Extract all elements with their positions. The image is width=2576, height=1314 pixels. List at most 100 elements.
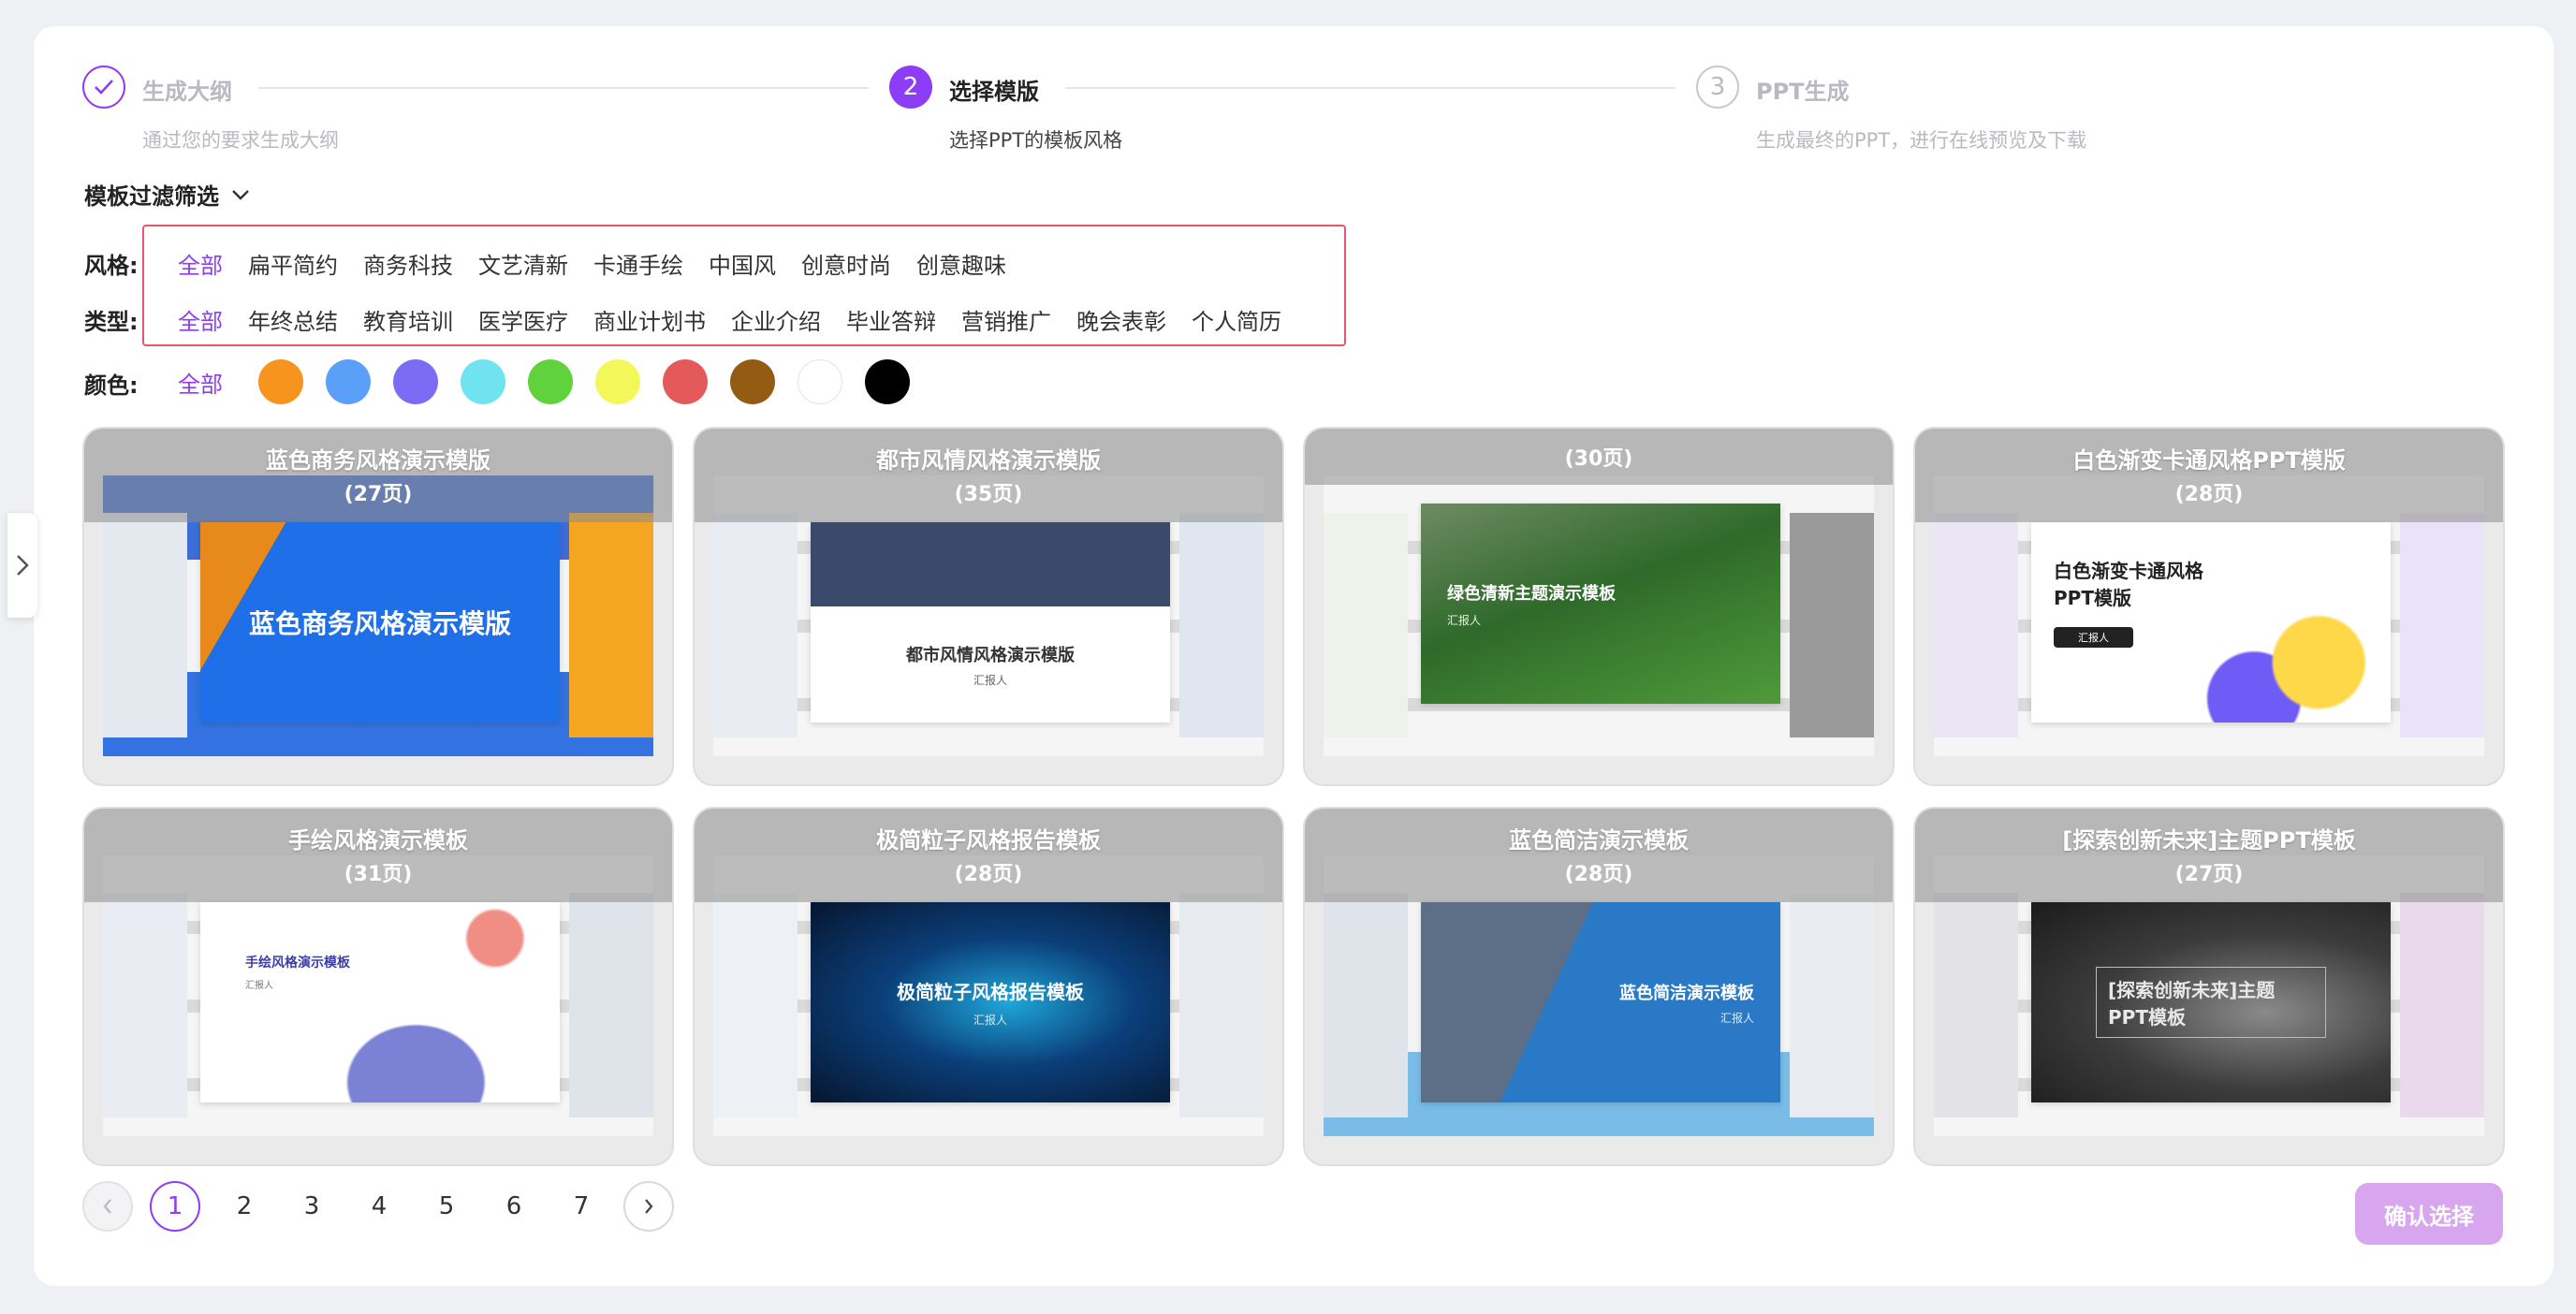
template-pages: (28页) bbox=[2174, 483, 2244, 506]
cover-title: 白色渐变卡通风格PPT模版 bbox=[2054, 560, 2203, 609]
template-pages: (27页) bbox=[2174, 863, 2244, 886]
step-connector-1 bbox=[258, 87, 869, 89]
type-option[interactable]: 年终总结 bbox=[248, 303, 338, 336]
chevron-down-icon bbox=[232, 189, 249, 200]
template-cover: 极简粒子风格报告模板 汇报人 bbox=[811, 902, 1170, 1102]
cover-title: 蓝色简洁演示模板 bbox=[1619, 983, 1754, 1003]
type-label: 类型: bbox=[84, 309, 139, 335]
chevron-right-icon bbox=[645, 1199, 653, 1214]
template-card[interactable]: [探索创新未来]主题PPT模板 (27页) [探索创新未来]主题PPT模板 bbox=[1913, 807, 2505, 1166]
color-swatch-red[interactable] bbox=[663, 359, 708, 404]
style-option[interactable]: 文艺清新 bbox=[478, 247, 568, 280]
filter-heading: 模板过滤筛选 bbox=[84, 183, 219, 210]
step-1-title: 生成大纲 bbox=[142, 79, 232, 105]
page-button[interactable]: 7 bbox=[556, 1181, 607, 1232]
type-option[interactable]: 晚会表彰 bbox=[1076, 303, 1166, 336]
type-option[interactable]: 全部 bbox=[178, 303, 223, 336]
template-pages: (28页) bbox=[1564, 863, 1633, 886]
step-3-title: PPT生成 bbox=[1756, 79, 1850, 105]
color-swatch-yellow[interactable] bbox=[595, 359, 640, 404]
template-card[interactable]: 蓝色商务风格演示模版 (27页) 蓝色商务风格演示模版 bbox=[82, 427, 674, 786]
template-cover: 都市风情风格演示模版 汇报人 bbox=[811, 522, 1170, 723]
template-cover: 绿色清新主题演示模板 汇报人 bbox=[1421, 504, 1780, 704]
step-1-check-icon bbox=[82, 66, 125, 109]
style-option[interactable]: 中国风 bbox=[709, 247, 776, 280]
template-cover: 白色渐变卡通风格PPT模版 汇报人 bbox=[2031, 522, 2391, 723]
template-card[interactable]: 极简粒子风格报告模板 (28页) 极简粒子风格报告模板 汇报人 bbox=[693, 807, 1284, 1166]
template-name: [探索创新未来]主题PPT模板 bbox=[2062, 827, 2356, 854]
style-option[interactable]: 创意时尚 bbox=[801, 247, 891, 280]
step-2-desc: 选择PPT的模板风格 bbox=[949, 129, 1123, 152]
template-name: 都市风情风格演示模版 bbox=[876, 447, 1101, 474]
template-cover: 蓝色简洁演示模板 汇报人 bbox=[1421, 902, 1780, 1102]
template-cover: [探索创新未来]主题PPT模板 bbox=[2031, 902, 2391, 1102]
next-page-button[interactable] bbox=[623, 1181, 674, 1232]
cover-subtitle: 汇报人 bbox=[973, 1014, 1007, 1027]
style-option[interactable]: 卡通手绘 bbox=[593, 247, 683, 280]
template-card[interactable]: 蓝色简洁演示模板 (28页) 蓝色简洁演示模板 汇报人 bbox=[1303, 807, 1895, 1166]
step-1-desc: 通过您的要求生成大纲 bbox=[142, 129, 339, 152]
color-swatch-blue[interactable] bbox=[326, 359, 371, 404]
template-card[interactable]: 都市风情风格演示模版 (35页) 都市风情风格演示模版 汇报人 bbox=[693, 427, 1284, 786]
sidebar-expand-toggle[interactable] bbox=[7, 513, 37, 618]
style-options: 全部 扁平简约 商务科技 文艺清新 卡通手绘 中国风 创意时尚 创意趣味 bbox=[178, 247, 1006, 280]
step-2-number: 2 bbox=[889, 66, 932, 109]
cover-subtitle: 汇报人 bbox=[2054, 627, 2133, 648]
template-card[interactable]: (30页) 绿色清新主题演示模板 汇报人 bbox=[1303, 427, 1895, 786]
template-name: 手绘风格演示模板 bbox=[288, 827, 468, 854]
filter-toggle[interactable]: 模板过滤筛选 bbox=[84, 178, 251, 211]
color-swatch-purple[interactable] bbox=[393, 359, 438, 404]
page-button[interactable]: 3 bbox=[286, 1181, 337, 1232]
template-pages: (31页) bbox=[344, 863, 413, 886]
style-option[interactable]: 创意趣味 bbox=[916, 247, 1006, 280]
type-option[interactable]: 商业计划书 bbox=[593, 303, 706, 336]
template-pages: (35页) bbox=[954, 483, 1023, 506]
page-button[interactable]: 2 bbox=[219, 1181, 270, 1232]
color-label: 颜色: bbox=[84, 372, 139, 399]
cover-title: [探索创新未来]主题PPT模板 bbox=[2096, 967, 2326, 1038]
template-pages: (28页) bbox=[954, 863, 1023, 886]
step-2-title: 选择模版 bbox=[949, 79, 1039, 105]
template-card[interactable]: 白色渐变卡通风格PPT模版 (28页) 白色渐变卡通风格PPT模版 汇报人 bbox=[1913, 427, 2505, 786]
color-option-all[interactable]: 全部 bbox=[178, 366, 223, 399]
page-button[interactable]: 4 bbox=[354, 1181, 404, 1232]
style-option[interactable]: 全部 bbox=[178, 247, 223, 280]
cover-title: 绿色清新主题演示模板 bbox=[1447, 583, 1616, 604]
page-button[interactable]: 6 bbox=[489, 1181, 539, 1232]
page-button-current[interactable]: 1 bbox=[150, 1181, 200, 1232]
type-option[interactable]: 医学医疗 bbox=[478, 303, 568, 336]
style-option[interactable]: 商务科技 bbox=[363, 247, 453, 280]
template-pages: (30页) bbox=[1564, 447, 1633, 471]
step-connector-2 bbox=[1065, 87, 1676, 89]
chevron-right-icon bbox=[17, 555, 29, 576]
template-name: 蓝色简洁演示模板 bbox=[1509, 827, 1689, 854]
cover-subtitle: 汇报人 bbox=[1720, 1011, 1754, 1025]
cover-title: 都市风情风格演示模版 bbox=[906, 645, 1075, 665]
color-swatch-white[interactable] bbox=[798, 359, 842, 404]
type-options: 全部 年终总结 教育培训 医学医疗 商业计划书 企业介绍 毕业答辩 营销推广 晚… bbox=[178, 303, 1281, 336]
type-option[interactable]: 企业介绍 bbox=[731, 303, 821, 336]
template-cover: 蓝色商务风格演示模版 bbox=[200, 522, 560, 723]
cover-title: 手绘风格演示模板 bbox=[245, 956, 350, 971]
template-name: 极简粒子风格报告模板 bbox=[876, 827, 1101, 854]
chevron-left-icon bbox=[103, 1199, 111, 1214]
template-card[interactable]: 手绘风格演示模板 (31页) 手绘风格演示模板 汇报人 bbox=[82, 807, 674, 1166]
color-swatch-orange[interactable] bbox=[258, 359, 303, 404]
color-swatch-green[interactable] bbox=[528, 359, 573, 404]
confirm-selection-button[interactable]: 确认选择 bbox=[2355, 1183, 2503, 1245]
color-swatch-brown[interactable] bbox=[730, 359, 775, 404]
color-options: 全部 bbox=[178, 359, 910, 404]
type-option[interactable]: 营销推广 bbox=[961, 303, 1051, 336]
type-option[interactable]: 个人简历 bbox=[1192, 303, 1281, 336]
template-cover: 手绘风格演示模板 汇报人 bbox=[200, 902, 560, 1102]
color-swatch-black[interactable] bbox=[865, 359, 910, 404]
prev-page-button[interactable] bbox=[82, 1181, 133, 1232]
type-option[interactable]: 教育培训 bbox=[363, 303, 453, 336]
type-option[interactable]: 毕业答辩 bbox=[846, 303, 936, 336]
style-option[interactable]: 扁平简约 bbox=[248, 247, 338, 280]
template-name: 蓝色商务风格演示模版 bbox=[266, 447, 490, 474]
color-swatch-cyan[interactable] bbox=[461, 359, 505, 404]
template-name: 白色渐变卡通风格PPT模版 bbox=[2072, 447, 2346, 474]
page-button[interactable]: 5 bbox=[421, 1181, 472, 1232]
step-3-desc: 生成最终的PPT，进行在线预览及下载 bbox=[1756, 129, 2087, 152]
